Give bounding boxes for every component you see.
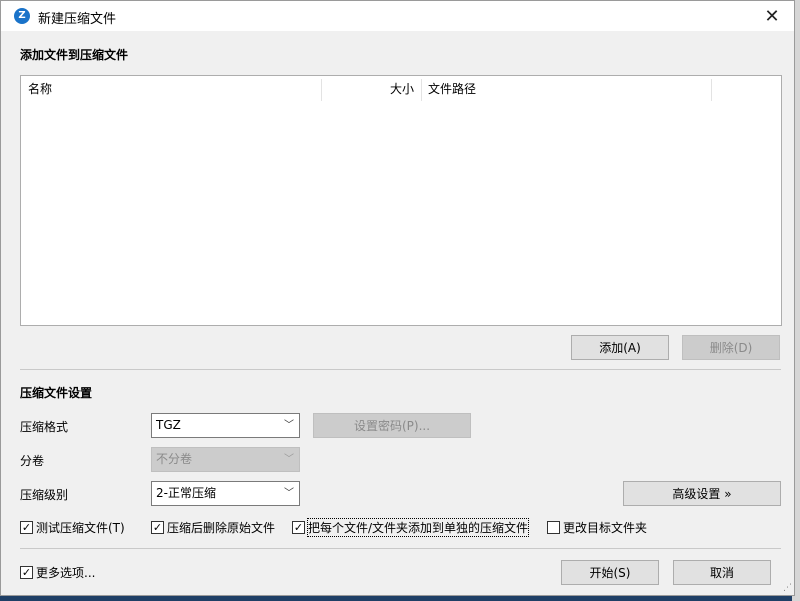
- title-bar: Z 新建压缩文件 ✕: [1, 1, 794, 31]
- divider: [20, 548, 781, 549]
- change-target-folder-label: 更改目标文件夹: [563, 520, 648, 535]
- add-button-label: 添加(A): [599, 341, 641, 355]
- column-header-size[interactable]: 大小: [321, 76, 421, 102]
- format-label: 压缩格式: [20, 420, 69, 434]
- separate-archives-label: 把每个文件/文件夹添加到单独的压缩文件: [306, 517, 530, 537]
- split-value: 不分卷: [156, 452, 193, 466]
- app-logo-icon: Z: [14, 8, 30, 24]
- delete-original-checkbox[interactable]: ✓ 压缩后删除原始文件: [151, 519, 275, 535]
- column-header-name[interactable]: 名称: [21, 76, 321, 102]
- level-select[interactable]: 2-正常压缩 ﹀: [151, 481, 300, 506]
- change-target-folder-checkbox[interactable]: 更改目标文件夹: [547, 519, 647, 535]
- advanced-settings-button[interactable]: 高级设置 »: [623, 481, 781, 506]
- test-archive-checkbox[interactable]: ✓ 测试压缩文件(T): [20, 519, 125, 535]
- format-value: TGZ: [156, 418, 181, 432]
- cancel-button-label: 取消: [709, 566, 734, 580]
- checkbox-checked-icon: ✓: [151, 520, 164, 534]
- start-button[interactable]: 开始(S): [561, 560, 659, 585]
- close-button[interactable]: ✕: [750, 1, 794, 31]
- delete-original-label: 压缩后删除原始文件: [167, 520, 276, 535]
- close-icon: ✕: [764, 5, 780, 27]
- column-separator: [711, 79, 712, 101]
- chevron-down-icon: ﹀: [284, 420, 294, 431]
- checkbox-checked-icon: ✓: [292, 520, 305, 534]
- advanced-settings-label: 高级设置 »: [672, 487, 732, 501]
- set-password-button[interactable]: 设置密码(P)...: [313, 413, 471, 438]
- level-value: 2-正常压缩: [156, 486, 216, 500]
- set-password-label: 设置密码(P)...: [353, 419, 431, 433]
- separate-archives-checkbox[interactable]: ✓ 把每个文件/文件夹添加到单独的压缩文件: [292, 517, 530, 537]
- file-list[interactable]: 名称 大小 文件路径: [20, 75, 782, 326]
- split-label: 分卷: [20, 454, 45, 468]
- format-select[interactable]: TGZ ﹀: [151, 413, 300, 438]
- chevron-down-icon: ﹀: [284, 488, 294, 499]
- checkbox-unchecked-icon: [547, 520, 560, 534]
- resize-grip-icon[interactable]: ⋰: [783, 583, 792, 593]
- test-archive-label: 测试压缩文件(T): [36, 520, 125, 535]
- delete-button-label: 删除(D): [709, 341, 753, 355]
- divider: [20, 369, 781, 370]
- split-select[interactable]: 不分卷 ﹀: [151, 447, 300, 472]
- more-options-checkbox[interactable]: ✓ 更多选项...: [20, 564, 95, 580]
- level-label: 压缩级别: [20, 488, 69, 502]
- settings-section-heading: 压缩文件设置: [20, 386, 93, 400]
- column-header-path[interactable]: 文件路径: [421, 76, 711, 102]
- more-options-label: 更多选项...: [36, 565, 96, 580]
- files-section-heading: 添加文件到压缩文件: [20, 48, 129, 62]
- chevron-down-icon: ﹀: [284, 454, 294, 465]
- checkbox-checked-icon: ✓: [20, 520, 33, 534]
- new-archive-dialog: Z 新建压缩文件 ✕ 添加文件到压缩文件 名称 大小 文件路径 添加(A) 删除…: [0, 0, 795, 596]
- cancel-button[interactable]: 取消: [673, 560, 771, 585]
- start-button-label: 开始(S): [589, 566, 631, 580]
- add-button[interactable]: 添加(A): [571, 335, 669, 360]
- delete-button[interactable]: 删除(D): [682, 335, 780, 360]
- window-title: 新建压缩文件: [38, 12, 117, 27]
- checkbox-checked-icon: ✓: [20, 565, 33, 579]
